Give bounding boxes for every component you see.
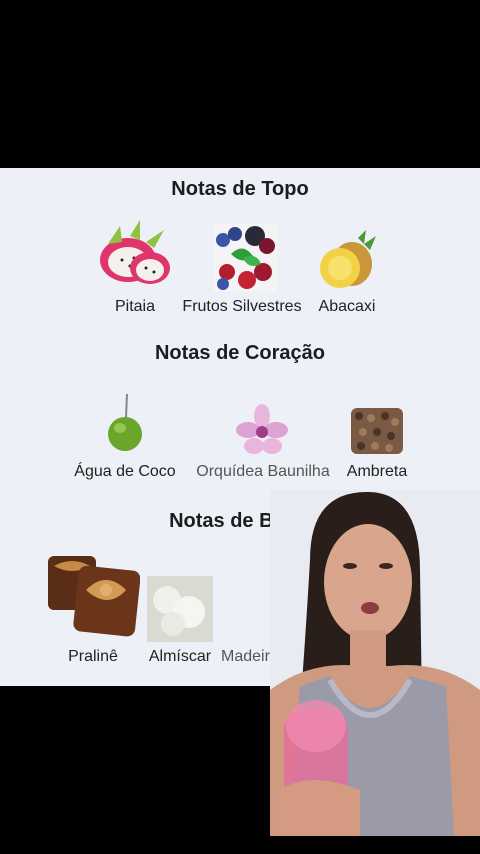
note-label: Pitaia — [114, 298, 156, 315]
orchid-icon — [236, 404, 288, 454]
note-label: Frutos Silvestres — [182, 298, 302, 315]
section-title-heart: Notas de Coração — [154, 342, 326, 364]
note-label: Pralinê — [68, 648, 118, 665]
dragon-fruit-icon — [100, 220, 170, 284]
note-label: Ambreta — [346, 463, 408, 480]
seeds-icon — [351, 408, 403, 454]
note-label: Almíscar — [148, 648, 212, 665]
berries-icon — [213, 224, 277, 292]
coconut-icon — [108, 394, 142, 451]
note-label: Abacaxi — [318, 298, 376, 315]
pineapple-icon — [320, 230, 376, 288]
note-label: Orquídea Baunilha — [196, 463, 330, 480]
presenter-person — [270, 490, 480, 836]
praline-icon — [48, 556, 140, 637]
presenter-video-overlay — [270, 490, 480, 836]
section-title-top: Notas de Topo — [171, 178, 309, 200]
musk-icon — [147, 576, 213, 642]
note-label: Água de Coco — [74, 463, 176, 480]
